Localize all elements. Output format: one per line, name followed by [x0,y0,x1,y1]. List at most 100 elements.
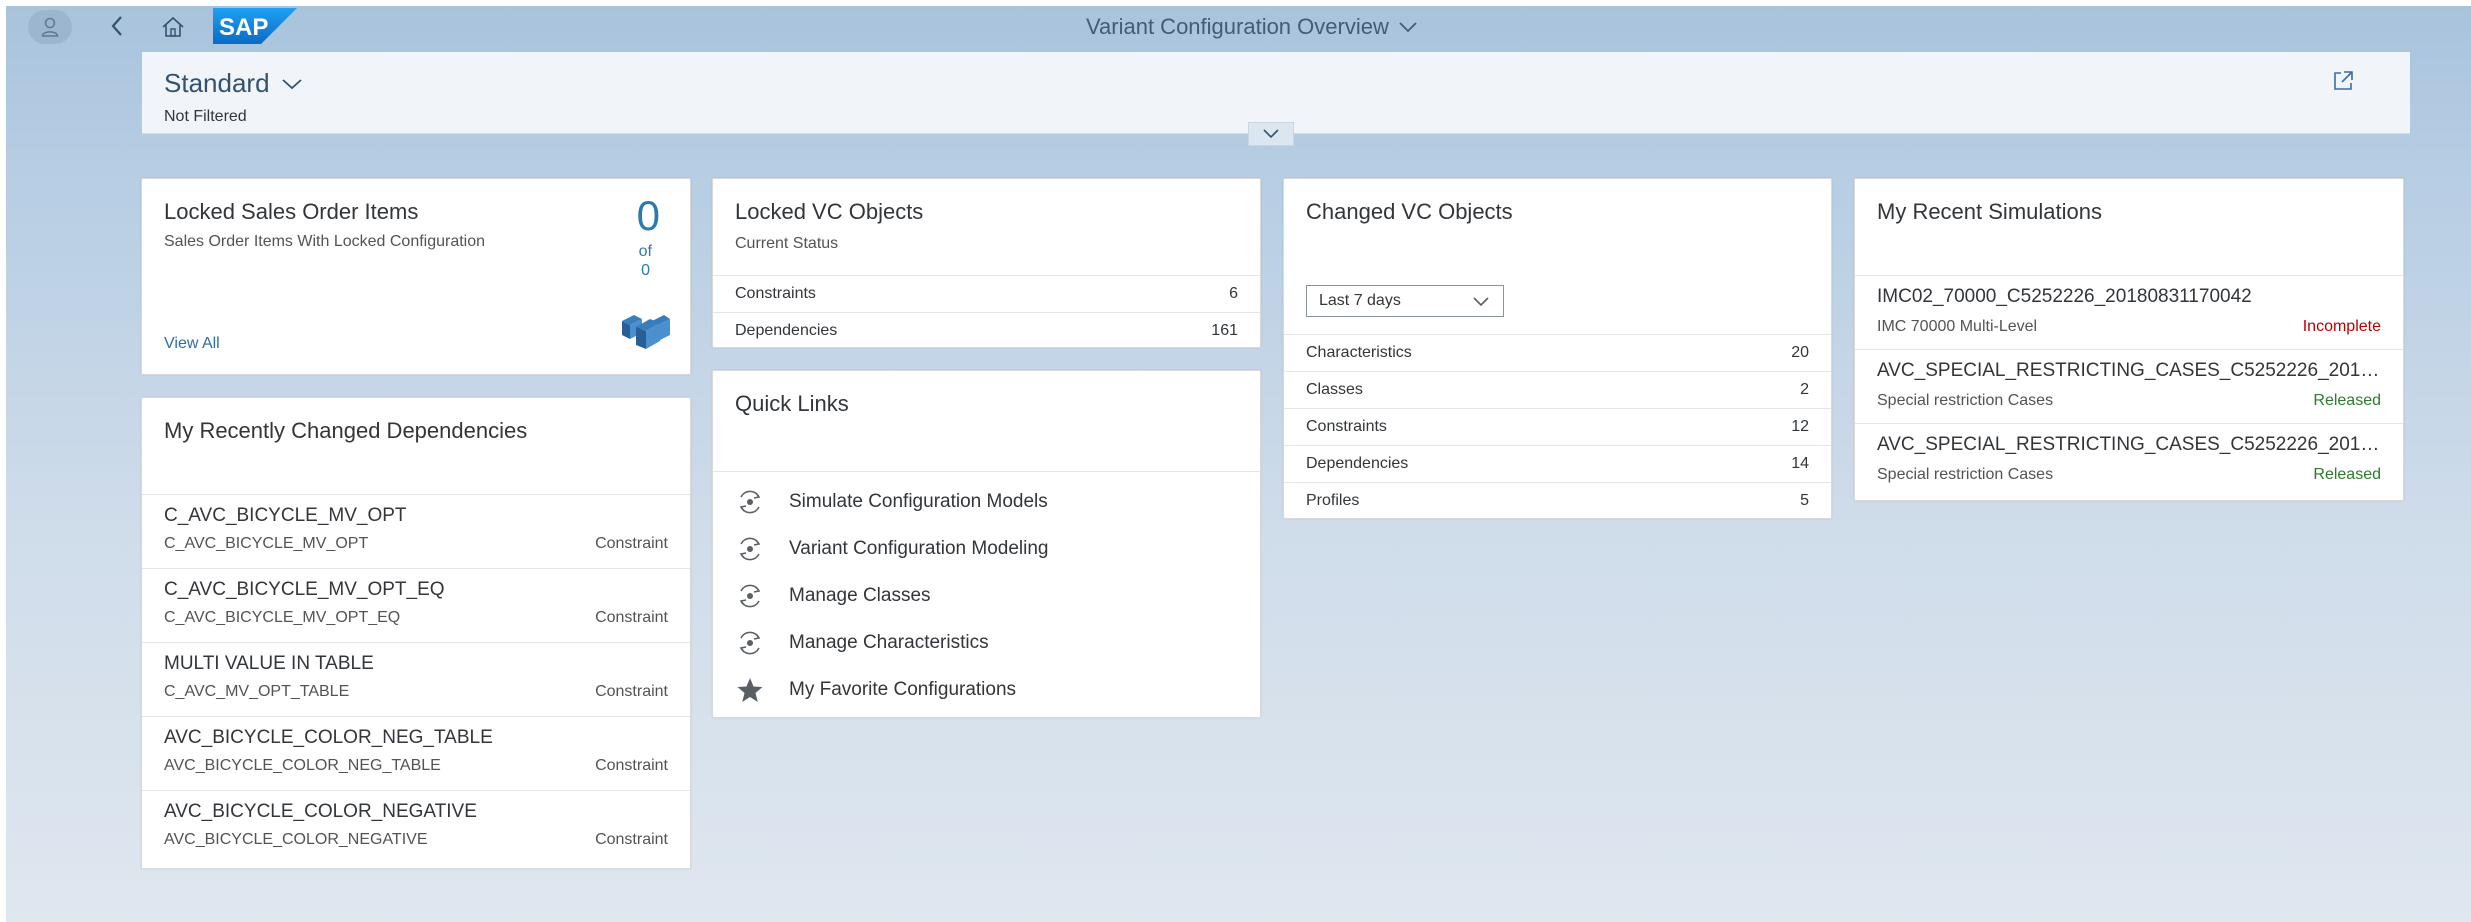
chevron-down-icon [281,78,302,89]
simulation-name: IMC02_70000_C5252226_20180831170042 [1877,286,2252,307]
row-value: 6 [1229,285,1238,302]
table-row[interactable]: Profiles 5 [1284,482,1831,519]
list-item[interactable]: MULTI VALUE IN TABLE C_AVC_MV_OPT_TABLE … [142,642,690,716]
card-subtitle: Current Status [735,235,839,252]
row-label: Characteristics [1306,344,1412,361]
locked-sales-order-items-card[interactable]: Locked Sales Order Items Sales Order Ite… [141,178,691,375]
row-label: Dependencies [1306,455,1409,472]
recently-changed-dependencies-card[interactable]: My Recently Changed Dependencies C_AVC_B… [141,397,691,869]
dependency-id: AVC_BICYCLE_COLOR_NEG_TABLE [164,757,441,774]
table-row[interactable]: Characteristics 20 [1284,334,1831,371]
dependency-type: Constraint [595,757,668,774]
quick-link-simulate[interactable]: Simulate Configuration Models [713,478,1260,525]
dependency-name: C_AVC_BICYCLE_MV_OPT_EQ [164,579,445,600]
table-row[interactable]: Constraints 6 [713,275,1260,312]
dependency-type: Constraint [595,609,668,626]
dependency-id: C_AVC_BICYCLE_MV_OPT_EQ [164,609,401,626]
status-badge: Released [2313,466,2381,483]
row-label: Dependencies [735,321,838,339]
quick-link-label: Variant Configuration Modeling [789,537,1049,559]
chevron-down-icon [1473,297,1489,307]
row-label: Constraints [735,285,816,302]
period-select[interactable]: Last 7 days [1306,285,1504,317]
quick-link-label: Manage Classes [789,584,931,606]
dependency-id: C_AVC_BICYCLE_MV_OPT [164,535,369,552]
locked-vc-objects-card[interactable]: Locked VC Objects Current Status Constra… [712,178,1261,348]
back-button[interactable] [103,12,131,40]
home-button[interactable] [158,14,188,40]
card-subtitle: Sales Order Items With Locked Configurat… [164,233,486,250]
variant-name: Standard [164,68,270,98]
quick-link-manage-classes[interactable]: Manage Classes [713,572,1260,619]
row-value: 20 [1791,344,1809,361]
quick-link-favorites[interactable]: My Favorite Configurations [713,666,1260,713]
list-item[interactable]: C_AVC_BICYCLE_MV_OPT_EQ C_AVC_BICYCLE_MV… [142,568,690,642]
status-badge: Released [2313,392,2381,409]
app-title: Variant Configuration Overview [1086,14,1389,39]
recent-simulations-card[interactable]: My Recent Simulations IMC02_70000_C52522… [1854,178,2404,501]
expand-header-button[interactable] [1248,122,1294,146]
star-icon [735,675,765,705]
svg-text:SAP: SAP [219,14,268,41]
table-row[interactable]: Dependencies 161 [713,312,1260,348]
quick-link-modeling[interactable]: Variant Configuration Modeling [713,525,1260,572]
simulation-model: IMC 70000 Multi-Level [1877,318,2038,335]
table-row[interactable]: Dependencies 14 [1284,445,1831,482]
quick-link-label: Simulate Configuration Models [789,490,1048,512]
row-value: 12 [1791,418,1809,435]
divider [713,471,1260,472]
table-row[interactable]: Classes 2 [1284,371,1831,408]
app-title-menu[interactable]: Variant Configuration Overview [1086,10,1417,44]
row-label: Classes [1306,381,1363,398]
sap-logo[interactable]: SAP [213,8,297,44]
dependency-name: MULTI VALUE IN TABLE [164,653,374,674]
table-row[interactable]: Constraints 12 [1284,408,1831,445]
dependency-type: Constraint [595,535,668,552]
configuration-icon [735,534,765,564]
kpi-value: 0 [636,192,660,239]
quick-link-manage-characteristics[interactable]: Manage Characteristics [713,619,1260,666]
row-label: Constraints [1306,418,1387,435]
dependency-type: Constraint [595,831,668,848]
home-icon [162,16,184,37]
configuration-icon [735,581,765,611]
row-value: 2 [1800,381,1809,398]
period-select-value: Last 7 days [1319,292,1401,309]
cubes-icon [622,315,670,349]
simulation-model: Special restriction Cases [1877,392,2054,409]
dependency-name: AVC_BICYCLE_COLOR_NEG_TABLE [164,727,493,748]
status-badge: Incomplete [2302,318,2381,335]
view-all-link[interactable]: View All [164,335,220,353]
card-title: Changed VC Objects [1306,199,1513,224]
row-value: 161 [1211,321,1238,339]
shell-bar: SAP Variant Configuration Overview [6,6,2471,46]
dependency-name: C_AVC_BICYCLE_MV_OPT [164,505,407,526]
list-item[interactable]: AVC_SPECIAL_RESTRICTING_CASES_C5252226_2… [1855,349,2403,423]
dependency-id: AVC_BICYCLE_COLOR_NEGATIVE [164,831,428,848]
list-item[interactable]: IMC02_70000_C5252226_20180831170042 IMC … [1855,275,2403,349]
simulation-name: AVC_SPECIAL_RESTRICTING_CASES_C5252226_2… [1877,360,2381,381]
variant-management-button[interactable]: Standard [164,68,302,99]
user-avatar-button[interactable] [28,10,72,44]
configuration-icon [735,487,765,517]
filter-status-text: Not Filtered [164,108,247,125]
card-title: Locked VC Objects [735,199,924,224]
row-label: Profiles [1306,492,1360,509]
card-title: My Recently Changed Dependencies [164,418,528,443]
back-icon [111,16,122,36]
simulation-name: AVC_SPECIAL_RESTRICTING_CASES_C5252226_2… [1877,434,2381,455]
changed-vc-objects-card[interactable]: Changed VC Objects Last 7 days Character… [1283,178,1832,519]
kpi-total: 0 [641,262,650,279]
card-title: Quick Links [735,391,849,416]
list-item[interactable]: AVC_SPECIAL_RESTRICTING_CASES_C5252226_2… [1855,423,2403,497]
row-value: 5 [1800,492,1809,509]
list-item[interactable]: AVC_BICYCLE_COLOR_NEGATIVE AVC_BICYCLE_C… [142,790,690,864]
share-button[interactable] [2332,70,2358,96]
quick-link-label: Manage Characteristics [789,631,989,653]
launchpad-app: SAP Variant Configuration Overview Stand… [6,6,2471,922]
list-item[interactable]: AVC_BICYCLE_COLOR_NEG_TABLE AVC_BICYCLE_… [142,716,690,790]
dependency-id: C_AVC_MV_OPT_TABLE [164,683,350,700]
list-item[interactable]: C_AVC_BICYCLE_MV_OPT C_AVC_BICYCLE_MV_OP… [142,494,690,568]
simulation-model: Special restriction Cases [1877,466,2054,483]
kpi-of-label: of [638,243,652,260]
